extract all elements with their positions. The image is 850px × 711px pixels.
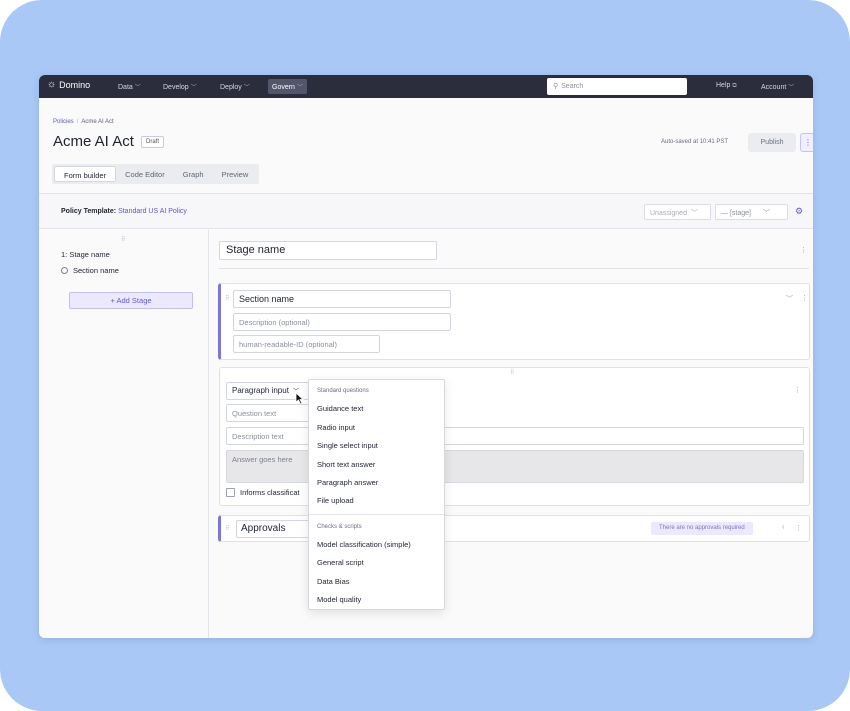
chevron-down-icon: ﹀	[243, 85, 250, 91]
publish-button[interactable]: Publish	[748, 133, 796, 152]
drag-handle-icon[interactable]: ⠿	[225, 525, 230, 532]
section-description-input[interactable]: Description (optional)	[233, 313, 451, 331]
stage-select-value: — [stage]	[721, 210, 751, 217]
section-name-input[interactable]: Section name	[233, 290, 451, 308]
chevron-down-icon: ﹀	[762, 210, 770, 217]
status-badge: Draft	[141, 136, 165, 148]
autosave-status: Auto-saved at 10:41 PST	[661, 139, 729, 145]
sidebar-section-label: Section name	[73, 266, 119, 275]
nav-deploy-label: Deploy	[220, 84, 242, 91]
section-id-input[interactable]: human-readable-ID (optional)	[233, 335, 380, 353]
menu-item-paragraph-answer[interactable]: Paragraph answer	[317, 478, 378, 487]
stage-kebab-icon[interactable]: ⋮	[800, 246, 807, 254]
template-bar: Policy Template: Standard US AI Policy U…	[39, 193, 813, 229]
menu-group-checks: Checks & scripts	[317, 524, 362, 530]
domino-logo-icon: ☼	[47, 79, 57, 90]
informs-classification-checkbox[interactable]	[226, 488, 235, 497]
chevron-down-icon: ﹀	[788, 85, 795, 91]
nav-data[interactable]: Data ﹀	[118, 82, 141, 91]
chevron-down-icon: ﹀	[190, 85, 197, 91]
search-input[interactable]: ⚲ Search	[547, 78, 687, 95]
assignee-select[interactable]: Unassigned ﹀	[644, 204, 711, 220]
stage-select[interactable]: — [stage] ﹀	[715, 204, 788, 220]
breadcrumb: Policies / Acme AI Act	[53, 119, 114, 125]
assignee-value: Unassigned	[650, 210, 687, 217]
tab-form-builder[interactable]: Form builder	[54, 166, 117, 182]
drag-handle-icon[interactable]: ⠿	[225, 295, 230, 302]
approvals-kebab-icon[interactable]: ⋮	[795, 524, 802, 532]
nav-data-label: Data	[118, 84, 133, 91]
tab-preview[interactable]: Preview	[213, 166, 258, 182]
nav-develop[interactable]: Develop ﹀	[163, 82, 197, 91]
breadcrumb-policies[interactable]: Policies	[53, 119, 74, 125]
domino-logo[interactable]: ☼ Domino	[47, 79, 91, 91]
menu-item-single-select[interactable]: Single select input	[317, 441, 378, 450]
chevron-down-icon: ﹀	[690, 210, 698, 217]
question-type-value: Paragraph input	[232, 386, 289, 395]
informs-classification-row[interactable]: Informs classificat	[226, 488, 300, 497]
chevron-down-icon: ﹀	[296, 85, 303, 91]
menu-item-model-classification[interactable]: Model classification (simple)	[317, 540, 411, 549]
help-label: Help	[716, 82, 731, 89]
question-text-input[interactable]: Question text	[226, 404, 316, 422]
menu-item-radio-input[interactable]: Radio input	[317, 423, 355, 432]
page-title: Acme AI Act	[53, 133, 134, 150]
policy-template: Policy Template: Standard US AI Policy	[61, 208, 187, 215]
sidebar-section-item[interactable]: Section name	[61, 266, 119, 275]
account-menu[interactable]: Account ﹀	[761, 82, 794, 91]
top-nav: ☼ Domino Data ﹀ Develop ﹀ Deploy ﹀ Govern ﹀ …	[39, 75, 813, 98]
stage-sidebar: ⠿ 1: Stage name Section name + Add Stage	[39, 230, 209, 638]
logo-text: Domino	[59, 80, 91, 90]
breadcrumb-current: Acme AI Act	[81, 119, 114, 125]
approvals-status-badge: There are no approvals required	[651, 522, 753, 535]
menu-item-short-text[interactable]: Short text answer	[317, 460, 375, 469]
nav-govern-label: Govern	[272, 84, 295, 91]
search-icon: ⚲	[553, 83, 559, 90]
section-kebab-icon[interactable]: ⋮	[801, 294, 808, 302]
policy-template-link[interactable]: Standard US AI Policy	[118, 208, 187, 215]
circle-icon	[61, 267, 68, 274]
drag-handle-icon[interactable]: ⠿	[121, 236, 126, 243]
section-card: ⠿ Section name Description (optional) hu…	[218, 283, 810, 360]
tab-graph[interactable]: Graph	[174, 166, 213, 182]
menu-item-file-upload[interactable]: File upload	[317, 496, 354, 505]
chevron-left-icon[interactable]: ‹	[782, 524, 784, 531]
menu-item-data-bias[interactable]: Data Bias	[317, 577, 350, 586]
menu-group-standard: Standard questions	[317, 388, 369, 394]
account-label: Account	[761, 84, 787, 91]
sidebar-stage-item[interactable]: 1: Stage name	[61, 250, 110, 259]
collapse-chevron-icon[interactable]: ﹀	[786, 294, 793, 304]
question-type-menu: Standard questions Guidance text Radio i…	[308, 379, 445, 610]
help-link[interactable]: Help ⧉	[716, 82, 737, 90]
chevron-down-icon: ﹀	[134, 85, 141, 91]
menu-divider	[309, 514, 444, 515]
nav-govern[interactable]: Govern ﹀	[268, 79, 307, 94]
stage-divider	[219, 268, 809, 269]
informs-classification-label: Informs classificat	[240, 488, 300, 497]
menu-item-guidance-text[interactable]: Guidance text	[317, 404, 363, 413]
stage-name-input[interactable]: Stage name	[219, 241, 437, 260]
menu-item-model-quality[interactable]: Model quality	[317, 595, 361, 604]
menu-item-general-script[interactable]: General script	[317, 558, 364, 567]
search-placeholder: Search	[561, 83, 584, 90]
add-stage-button[interactable]: + Add Stage	[69, 292, 193, 309]
approvals-card: ⠿ Approvals There are no approvals requi…	[218, 515, 810, 542]
nav-develop-label: Develop	[163, 84, 189, 91]
nav-deploy[interactable]: Deploy ﹀	[220, 82, 250, 91]
kebab-icon: ⋮	[804, 138, 812, 147]
external-link-icon: ⧉	[732, 83, 737, 89]
question-kebab-icon[interactable]: ⋮	[794, 386, 801, 394]
mouse-cursor-icon	[295, 392, 304, 405]
drag-handle-icon[interactable]: ⠿	[510, 369, 515, 376]
settings-gear-icon[interactable]: ⚙	[795, 206, 803, 217]
breadcrumb-separator: /	[76, 119, 79, 125]
more-options-button[interactable]: ⋮	[800, 133, 813, 152]
approvals-title[interactable]: Approvals	[236, 520, 316, 538]
policy-template-label: Policy Template:	[61, 208, 117, 215]
view-tabs: Form builder Code Editor Graph Preview	[52, 164, 260, 184]
tab-code-editor[interactable]: Code Editor	[116, 166, 174, 182]
